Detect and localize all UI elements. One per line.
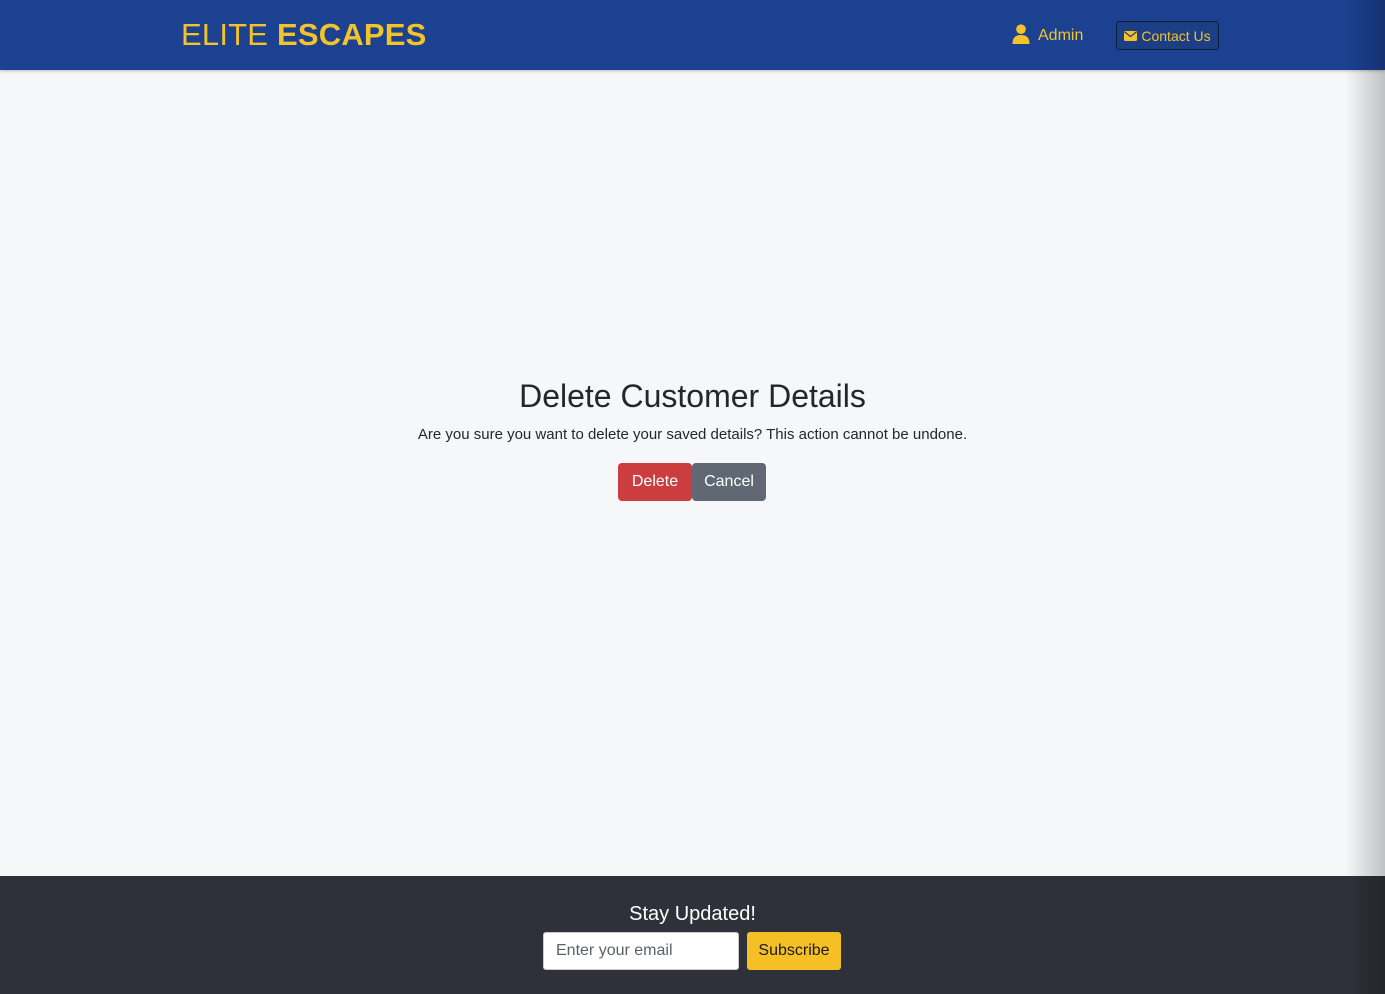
- envelope-icon: [1124, 28, 1138, 44]
- brand-name-part2: ESCAPES: [276, 17, 427, 52]
- newsletter-title: Stay Updated!: [629, 903, 756, 925]
- brand-logo-link[interactable]: ELITE ESCAPES: [181, 17, 427, 53]
- subscribe-button[interactable]: Subscribe: [747, 932, 841, 970]
- admin-link[interactable]: Admin: [1012, 23, 1083, 49]
- footer: Stay Updated! Subscribe: [0, 876, 1385, 994]
- user-icon: [1012, 23, 1030, 49]
- action-buttons: Delete Cancel: [618, 463, 766, 501]
- admin-link-label: Admin: [1038, 27, 1084, 44]
- delete-button[interactable]: Delete: [618, 463, 692, 501]
- confirmation-message: Are you sure you want to delete your sav…: [417, 426, 968, 443]
- email-input[interactable]: [543, 932, 739, 970]
- contact-us-label: Contact Us: [1141, 27, 1211, 44]
- contact-us-button[interactable]: Contact Us: [1116, 21, 1219, 50]
- brand-name-part1: ELITE: [181, 17, 269, 52]
- page-title: Delete Customer Details: [519, 378, 866, 414]
- main-content: Delete Customer Details Are you sure you…: [0, 70, 1385, 876]
- top-navbar: ELITE ESCAPES Admin Contact Us: [0, 0, 1385, 70]
- cancel-button[interactable]: Cancel: [692, 463, 766, 501]
